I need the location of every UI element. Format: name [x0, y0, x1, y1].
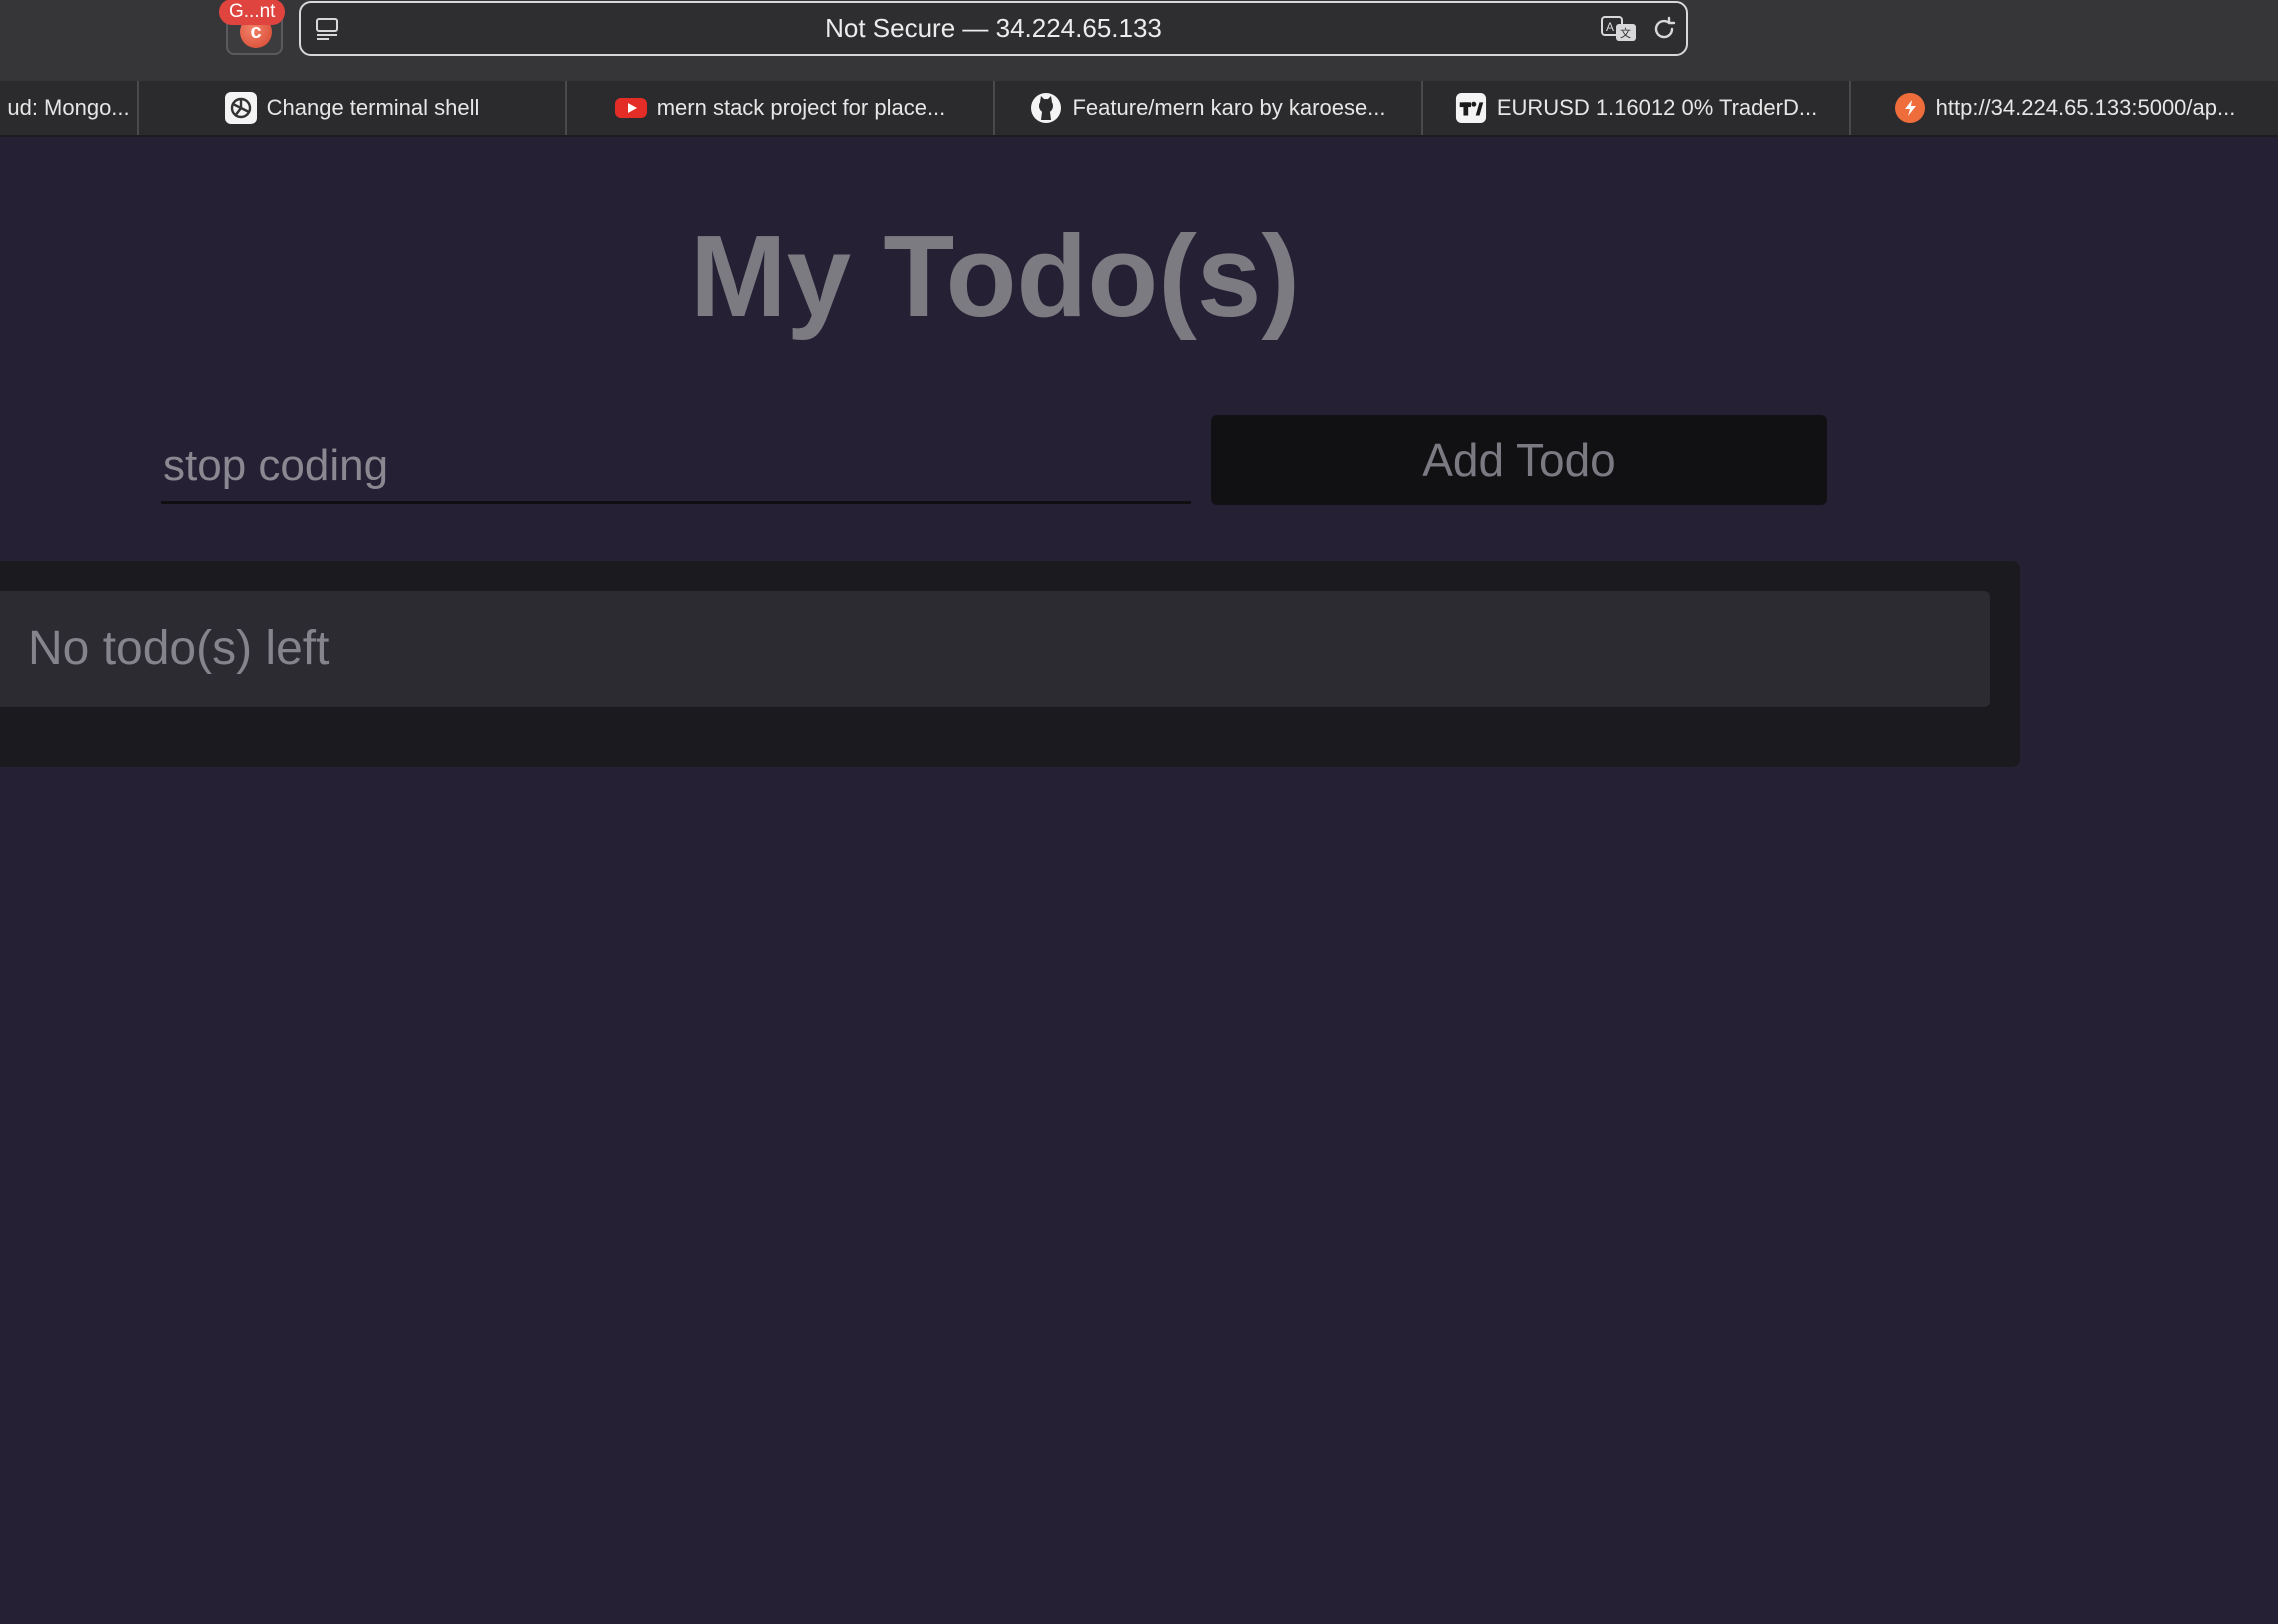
openai-icon [224, 92, 257, 124]
translate-icon[interactable]: A 文 [1600, 15, 1640, 43]
tab-label: mern stack project for place... [656, 95, 946, 120]
tab-bar: ud: Mongo... Change terminal shell mern … [0, 81, 2278, 137]
youtube-icon [614, 92, 647, 124]
todo-list: No todo(s) left [0, 561, 2020, 767]
tab-label: http://34.224.65.133:5000/ap... [1935, 95, 2236, 120]
page-title: My Todo(s) [690, 211, 1300, 341]
add-todo-button[interactable]: Add Todo [1211, 415, 1827, 505]
address-text: Not Secure — 34.224.65.133 [825, 13, 1162, 43]
extension-badge: G...nt [219, 0, 286, 25]
tab-label: Change terminal shell [266, 95, 480, 120]
reload-icon[interactable] [1650, 15, 1678, 43]
address-bar[interactable]: Not Secure — 34.224.65.133 A 文 [299, 1, 1688, 56]
svg-text:文: 文 [1620, 26, 1631, 40]
tradingview-icon [1455, 92, 1487, 124]
tab-mongo[interactable]: ud: Mongo... [0, 81, 139, 135]
tab-label: EURUSD 1.16012 0% TraderD... [1496, 95, 1818, 120]
tab-github[interactable]: Feature/mern karo by karoese... [995, 81, 1423, 135]
svg-text:A: A [1606, 20, 1614, 34]
postman-icon [1894, 92, 1926, 124]
tab-tradingview[interactable]: EURUSD 1.16012 0% TraderD... [1423, 81, 1851, 135]
tab-postman[interactable]: http://34.224.65.133:5000/ap... [1851, 81, 2278, 135]
browser-toolbar: c G...nt Not Secure — 34.224.65.133 A 文 [0, 0, 2278, 81]
tab-label: ud: Mongo... [7, 95, 130, 120]
todo-input[interactable] [161, 430, 1191, 504]
github-icon [1030, 92, 1062, 124]
extension-button[interactable]: c G...nt [219, 0, 286, 55]
tab-youtube[interactable]: mern stack project for place... [567, 81, 995, 135]
tab-change-terminal-shell[interactable]: Change terminal shell [139, 81, 567, 135]
tab-label: Feature/mern karo by karoese... [1072, 95, 1386, 120]
empty-state-message: No todo(s) left [0, 591, 1990, 707]
